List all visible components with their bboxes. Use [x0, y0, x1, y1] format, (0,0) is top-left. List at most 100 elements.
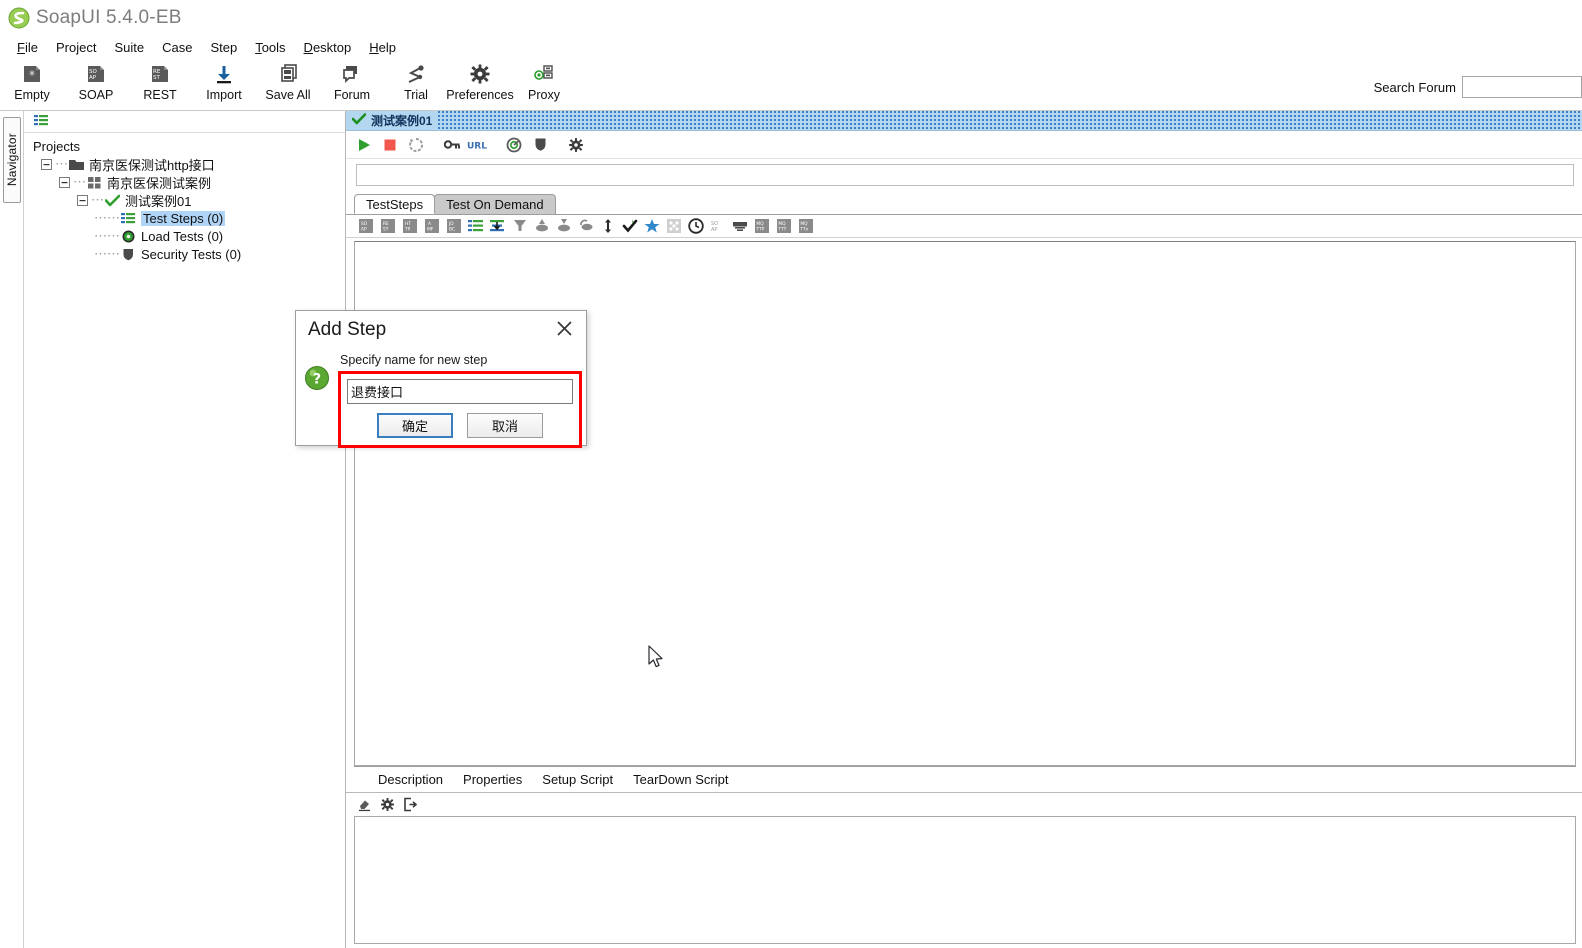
toolbar-preferences-button[interactable]: Preferences: [446, 58, 514, 102]
project-tree: Projects ⋯ 南京医保测试http接口 ⋯ 南京医保测试案例 ⋯ 测试案…: [24, 133, 345, 263]
property-transfer-step-icon[interactable]: [488, 217, 507, 236]
menu-help-rest: elp: [378, 39, 396, 55]
search-forum-label: Search Forum: [1373, 79, 1456, 95]
rest-request-step-icon[interactable]: RE ST: [378, 217, 397, 236]
mqtt-receive-step-icon[interactable]: MQ TTT: [774, 217, 793, 236]
toolbar-trial-label: Trial: [404, 88, 428, 102]
sidebar-item-load-tests[interactable]: ⋯⋯ Load Tests (0): [30, 227, 345, 245]
toolbar-trial-button[interactable]: Trial: [384, 58, 448, 102]
soap-project-icon: SO AP: [85, 61, 107, 86]
svg-text:AP: AP: [89, 75, 97, 81]
collapse-expander-icon[interactable]: [58, 176, 71, 189]
menu-desktop[interactable]: Desktop: [295, 39, 361, 56]
tab-teardown-script[interactable]: TearDown Script: [623, 772, 738, 787]
step-name-input[interactable]: [347, 379, 573, 404]
toolbar-empty-project-button[interactable]: ✳ Empty: [0, 58, 64, 102]
http-request-step-icon[interactable]: HT TP: [400, 217, 419, 236]
datasink-step-icon[interactable]: [554, 217, 573, 236]
log-panel[interactable]: [354, 816, 1576, 944]
testcase-progress-area: [346, 159, 1582, 192]
menu-file-rest: ile: [24, 39, 38, 55]
eraser-icon[interactable]: [356, 796, 373, 813]
svg-text:TTT: TTT: [777, 227, 786, 233]
dialog-buttons: 确定 取消: [347, 413, 573, 438]
content-area: 测试案例01 URL TestSteps Test On Demand SO A…: [346, 111, 1582, 948]
navigator-tab-strip: Navigator: [0, 111, 24, 948]
collapse-expander-icon[interactable]: [40, 158, 53, 171]
mqtt-publish-step-icon[interactable]: MQ TTP: [752, 217, 771, 236]
frame-title-left: 测试案例01: [346, 111, 437, 130]
properties-step-icon[interactable]: [466, 217, 485, 236]
conditional-goto-step-icon[interactable]: [598, 217, 617, 236]
star-step-icon[interactable]: [642, 217, 661, 236]
amf-request-step-icon[interactable]: A MF: [422, 217, 441, 236]
svg-text:TTP: TTP: [755, 227, 764, 233]
menu-project[interactable]: Project: [47, 39, 105, 56]
loop-button[interactable]: [404, 134, 428, 156]
search-forum-input[interactable]: [1462, 76, 1582, 98]
menu-step[interactable]: Step: [201, 39, 246, 56]
menu-case[interactable]: Case: [153, 39, 201, 56]
tab-teststeps[interactable]: TestSteps: [354, 194, 436, 214]
manual-step-icon[interactable]: [730, 217, 749, 236]
svg-text:RE: RE: [383, 221, 389, 227]
toolbar-empty-label: Empty: [14, 88, 50, 102]
groovy-script-step-icon[interactable]: [510, 217, 529, 236]
sidebar-item-test-steps[interactable]: ⋯⋯ Test Steps (0): [30, 209, 345, 227]
properties-button[interactable]: [440, 134, 464, 156]
menu-help[interactable]: Help: [360, 39, 405, 56]
soap-request-step-icon[interactable]: SO AP: [356, 217, 375, 236]
sidebar-item-load-tests-label: Load Tests (0): [141, 228, 224, 244]
tree-item-testcase[interactable]: ⋯ 测试案例01: [30, 191, 345, 209]
cancel-button[interactable]: 取消: [467, 413, 543, 438]
toolbar-import-button[interactable]: Import: [192, 58, 256, 102]
toolbar-forum-button[interactable]: Forum: [320, 58, 384, 102]
url-button[interactable]: URL: [466, 134, 490, 156]
tree-root-projects: Projects: [30, 137, 345, 155]
run-testcase-button[interactable]: [352, 134, 376, 156]
wait-clock-step-icon[interactable]: [686, 217, 705, 236]
test-steps-icon[interactable]: [34, 114, 49, 130]
toolbar-soap-project-button[interactable]: SO AP SOAP: [64, 58, 128, 102]
stop-testcase-button[interactable]: [378, 134, 402, 156]
delay-step-icon[interactable]: [664, 217, 683, 236]
empty-project-icon: ✳: [21, 61, 43, 86]
menu-file[interactable]: File: [8, 39, 47, 56]
tree-item-testsuite[interactable]: ⋯ 南京医保测试案例: [30, 173, 345, 191]
svg-text:✳: ✳: [29, 69, 36, 78]
dialog-title-bar: Add Step: [296, 311, 586, 349]
gear-icon[interactable]: [379, 796, 396, 813]
coverage-button[interactable]: [502, 134, 526, 156]
close-icon[interactable]: [553, 320, 576, 341]
sidebar-item-security-tests[interactable]: ⋯⋯ Security Tests (0): [30, 245, 345, 263]
security-button[interactable]: [528, 134, 552, 156]
assertion-step-icon[interactable]: [620, 217, 639, 236]
datasource-step-icon[interactable]: [532, 217, 551, 236]
jdbc-request-step-icon[interactable]: JD BC: [444, 217, 463, 236]
toolbar-save-all-button[interactable]: Save All: [256, 58, 320, 102]
toolbar-proxy-button[interactable]: Proxy: [512, 58, 576, 102]
tree-item-testsuite-label: 南京医保测试案例: [107, 175, 212, 191]
dialog-title: Add Step: [308, 319, 387, 340]
toolbar-rest-label: REST: [143, 88, 177, 102]
tree-guide-dots: ⋯⋯: [94, 210, 120, 225]
tab-description[interactable]: Description: [368, 772, 453, 787]
navigator-tab-label: Navigator: [4, 133, 19, 187]
tab-test-on-demand[interactable]: Test On Demand: [434, 194, 556, 214]
dataloop-step-icon[interactable]: [576, 217, 595, 236]
soap-mock-response-step-icon[interactable]: SO AP: [708, 217, 727, 236]
security-test-shield-icon: [120, 248, 137, 261]
navigator-vertical-tab[interactable]: Navigator: [2, 117, 21, 203]
toolbar-rest-project-button[interactable]: RE ST REST: [128, 58, 192, 102]
options-button[interactable]: [564, 134, 588, 156]
collapse-expander-icon[interactable]: [76, 194, 89, 207]
mqtt-drop-step-icon[interactable]: MQ TTx: [796, 217, 815, 236]
menu-suite[interactable]: Suite: [105, 39, 153, 56]
menu-tools[interactable]: Tools: [246, 39, 294, 56]
tree-item-project[interactable]: ⋯ 南京医保测试http接口: [30, 155, 345, 173]
ok-button[interactable]: 确定: [377, 413, 453, 438]
tab-properties[interactable]: Properties: [453, 772, 532, 787]
export-icon[interactable]: [402, 796, 419, 813]
tab-setup-script[interactable]: Setup Script: [532, 772, 623, 787]
forum-icon: [341, 61, 363, 86]
